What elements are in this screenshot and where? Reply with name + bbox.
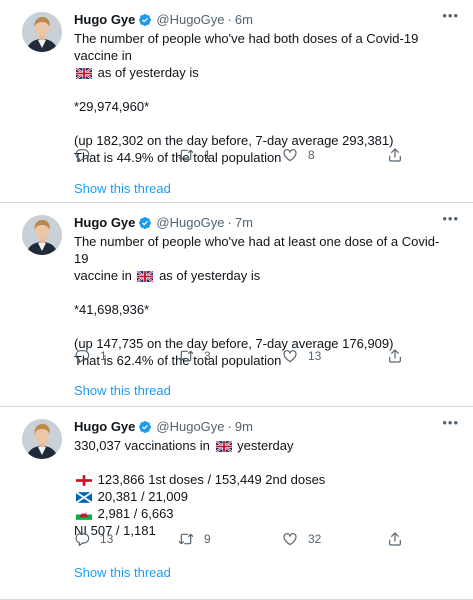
tweet-timestamp[interactable]: 7m	[235, 215, 253, 231]
share-icon	[387, 348, 403, 364]
verified-badge-icon	[138, 420, 152, 434]
share-icon	[387, 531, 403, 547]
avatar[interactable]	[22, 215, 62, 255]
reply-button[interactable]: 1	[74, 348, 178, 364]
tweet-feed: Hugo Gye @HugoGye · 6m ••• The number of…	[0, 0, 473, 600]
like-button[interactable]: 32	[282, 531, 386, 547]
tweet-text: 330,037 vaccinations in yesterday 123,86…	[74, 437, 459, 539]
share-icon	[387, 147, 403, 163]
share-button[interactable]	[387, 348, 403, 364]
tweet-actions: 13 9 32	[74, 531, 403, 547]
retweet-icon	[178, 348, 194, 364]
text-fragment: vaccine in	[74, 268, 132, 283]
tweet-text: The number of people who've had both dos…	[74, 30, 459, 166]
text-fragment: 330,037 vaccinations in	[74, 438, 210, 453]
retweet-button[interactable]: 9	[178, 531, 282, 547]
text-line: 2,981 / 6,663	[74, 505, 445, 522]
text-fragment: as of yesterday is	[159, 268, 261, 283]
text-line: vaccine in as of yesterday is	[74, 267, 445, 284]
author-name[interactable]: Hugo Gye	[74, 12, 135, 28]
retweet-button[interactable]: 1	[178, 147, 282, 163]
retweet-icon	[178, 531, 194, 547]
tweet-actions: 1 8	[74, 147, 403, 163]
like-count: 13	[308, 349, 322, 363]
retweet-count: 3	[204, 349, 211, 363]
like-icon	[282, 147, 298, 163]
tweet-actions: 1 3 13	[74, 348, 403, 364]
uk-flag-icon	[216, 441, 232, 452]
text-line: The number of people who've had both dos…	[74, 31, 419, 63]
reply-button[interactable]	[74, 147, 178, 163]
reply-icon	[74, 531, 90, 547]
uk-flag-icon	[76, 68, 92, 79]
like-icon	[282, 348, 298, 364]
reply-icon	[74, 348, 90, 364]
tweet-timestamp[interactable]: 9m	[235, 419, 253, 435]
tweet-timestamp[interactable]: 6m	[235, 12, 253, 28]
show-thread-link[interactable]: Show this thread	[74, 383, 171, 398]
reply-icon	[74, 147, 90, 163]
verified-badge-icon	[138, 216, 152, 230]
more-options-icon[interactable]: •••	[442, 212, 459, 225]
wales-flag-icon	[76, 509, 92, 520]
more-options-icon[interactable]: •••	[442, 9, 459, 22]
author-handle[interactable]: @HugoGye	[156, 419, 224, 435]
retweet-icon	[178, 147, 194, 163]
tweet[interactable]: Hugo Gye @HugoGye · 9m ••• 330,037 vacci…	[0, 407, 473, 600]
tweet-header: Hugo Gye @HugoGye · 9m	[74, 419, 459, 435]
tweet-header: Hugo Gye @HugoGye · 6m	[74, 12, 459, 28]
text-fragment: as of yesterday is	[97, 65, 199, 80]
author-handle[interactable]: @HugoGye	[156, 215, 224, 231]
text-line: 123,866 1st doses / 153,449 2nd doses	[74, 471, 445, 488]
text-fragment: 2,981 / 6,663	[97, 506, 174, 521]
scotland-flag-icon	[76, 492, 92, 503]
text-line: as of yesterday is	[74, 64, 445, 81]
avatar[interactable]	[22, 12, 62, 52]
uk-flag-icon	[137, 271, 153, 282]
text-line: 330,037 vaccinations in yesterday	[74, 437, 445, 454]
reply-button[interactable]: 13	[74, 531, 178, 547]
text-line: *41,698,936*	[74, 302, 150, 317]
author-name[interactable]: Hugo Gye	[74, 419, 135, 435]
text-fragment: yesterday	[237, 438, 294, 453]
more-options-icon[interactable]: •••	[442, 416, 459, 429]
text-line: *29,974,960*	[74, 99, 150, 114]
like-count: 32	[308, 532, 322, 546]
separator-dot: ·	[227, 215, 232, 230]
share-button[interactable]	[387, 531, 403, 547]
like-count: 8	[308, 148, 315, 162]
separator-dot: ·	[227, 12, 232, 27]
tweet-header: Hugo Gye @HugoGye · 7m	[74, 215, 459, 231]
text-line: 20,381 / 21,009	[74, 488, 445, 505]
tweet[interactable]: Hugo Gye @HugoGye · 7m ••• The number of…	[0, 203, 473, 407]
like-button[interactable]: 8	[282, 147, 386, 163]
separator-dot: ·	[227, 419, 232, 434]
like-button[interactable]: 13	[282, 348, 386, 364]
author-name[interactable]: Hugo Gye	[74, 215, 135, 231]
share-button[interactable]	[387, 147, 403, 163]
retweet-count: 9	[204, 532, 211, 546]
reply-count: 13	[100, 532, 114, 546]
author-handle[interactable]: @HugoGye	[156, 12, 224, 28]
verified-badge-icon	[138, 13, 152, 27]
england-flag-icon	[76, 475, 92, 486]
show-thread-link[interactable]: Show this thread	[74, 565, 171, 580]
like-icon	[282, 531, 298, 547]
text-fragment: 20,381 / 21,009	[97, 489, 188, 504]
reply-count: 1	[100, 349, 107, 363]
retweet-count: 1	[204, 148, 211, 162]
avatar[interactable]	[22, 419, 62, 459]
text-fragment: 123,866 1st doses / 153,449 2nd doses	[97, 472, 326, 487]
show-thread-link[interactable]: Show this thread	[74, 181, 171, 196]
tweet[interactable]: Hugo Gye @HugoGye · 6m ••• The number of…	[0, 0, 473, 203]
text-line: The number of people who've had at least…	[74, 234, 440, 266]
retweet-button[interactable]: 3	[178, 348, 282, 364]
